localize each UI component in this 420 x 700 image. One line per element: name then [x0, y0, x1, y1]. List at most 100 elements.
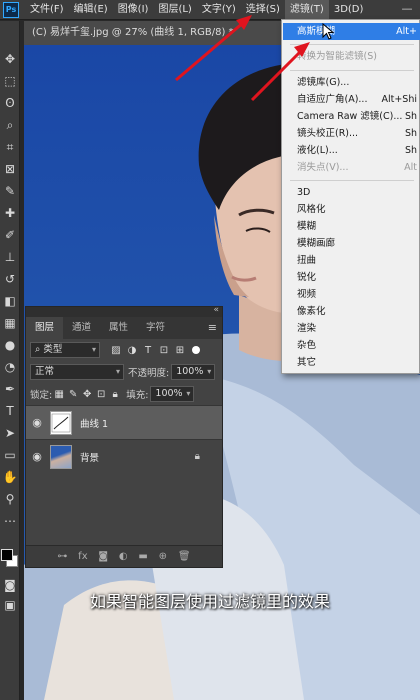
menu-item-video[interactable]: 视频 [283, 286, 420, 303]
layer-row-curves[interactable]: ◉ 曲线 1 [26, 405, 222, 439]
menu-item-camera-raw[interactable]: Camera Raw 滤镜(C)... Sh [283, 108, 420, 125]
layer-name[interactable]: 背景 [80, 450, 99, 464]
tab-channels[interactable]: 通道 [63, 317, 100, 339]
fill-field[interactable]: 100% ▾ [150, 386, 195, 402]
crop-tool-icon[interactable]: ⌗ [2, 139, 18, 155]
menu-layer[interactable]: 图层(L) [153, 0, 196, 20]
menu-item-other[interactable]: 其它 [283, 354, 420, 371]
tab-layers[interactable]: 图层 [26, 317, 64, 339]
brush-tool-icon[interactable]: ✐ [2, 227, 18, 243]
lock-all-icon[interactable]: 🔒︎ [108, 389, 122, 400]
smart-object-filter-icon[interactable]: ⊞ [172, 345, 188, 356]
menu-item-convert-smart-filters[interactable]: 转换为智能滤镜(S) [283, 48, 420, 65]
panel-menu-icon[interactable]: ≡ [208, 317, 217, 339]
eye-icon[interactable]: ◉ [26, 450, 48, 463]
healing-brush-tool-icon[interactable]: ✚ [2, 205, 18, 221]
marquee-tool-icon[interactable]: ⬚ [2, 73, 18, 89]
hand-tool-icon[interactable]: ✋ [2, 469, 18, 485]
menu-item-label: 模糊 [297, 221, 317, 232]
gradient-tool-icon[interactable]: ▦ [2, 315, 18, 331]
move-tool-icon[interactable]: ✥ [2, 51, 18, 67]
menu-item-distort[interactable]: 扭曲 [283, 252, 420, 269]
menu-file[interactable]: 文件(F) [25, 0, 69, 20]
menu-item-label: 自适应广角(A)... [297, 94, 368, 105]
frame-tool-icon[interactable]: ⊠ [2, 161, 18, 177]
menu-divider [290, 70, 414, 71]
menu-item-gaussian-blur[interactable]: 高斯模糊 Alt+ [283, 23, 420, 40]
tab-properties[interactable]: 属性 [100, 317, 137, 339]
menu-item-label: 锐化 [297, 272, 317, 283]
history-brush-tool-icon[interactable]: ↺ [2, 271, 18, 287]
menu-item-filter-gallery[interactable]: 滤镜库(G)... [283, 74, 420, 91]
menu-item-sharpen[interactable]: 锐化 [283, 269, 420, 286]
quick-select-tool-icon[interactable]: ⌕ [2, 117, 18, 133]
adjustment-layer-icon[interactable]: ◐ [119, 551, 128, 562]
layers-panel: « 图层 通道 属性 字符 ≡ ⌕ 类型 ▾ ▨ ◑ T ⊡ ⊞ 正常 ▾ 不透… [25, 305, 223, 568]
shape-filter-icon[interactable]: ⊡ [156, 345, 172, 356]
lock-row: 锁定: ▦ ✎ ✥ ⊡ 🔒︎ 填充: 100% ▾ [26, 383, 222, 405]
lock-transparent-icon[interactable]: ▦ [52, 389, 66, 400]
blend-mode-select[interactable]: 正常 ▾ [30, 364, 124, 380]
dodge-tool-icon[interactable]: ◔ [2, 359, 18, 375]
path-select-tool-icon[interactable]: ➤ [2, 425, 18, 441]
menu-3d[interactable]: 3D(D) [329, 0, 369, 20]
menu-select[interactable]: 选择(S) [241, 0, 285, 20]
opacity-field[interactable]: 100% ▾ [171, 364, 216, 380]
new-layer-icon[interactable]: ⊕ [159, 551, 167, 562]
menu-item-render[interactable]: 渲染 [283, 320, 420, 337]
eraser-tool-icon[interactable]: ◧ [2, 293, 18, 309]
layers-panel-footer: ⊶ fx ◙ ◐ ▬ ⊕ 🗑︎ [26, 545, 222, 567]
tab-character[interactable]: 字符 [137, 317, 174, 339]
menu-item-adaptive-wide-angle[interactable]: 自适应广角(A)... Alt+Shi [283, 91, 420, 108]
minimize-icon[interactable]: — [400, 3, 414, 17]
adjustment-filter-icon[interactable]: ◑ [124, 345, 140, 356]
menu-item-vanishing-point[interactable]: 消失点(V)... Alt [283, 159, 420, 176]
link-layers-icon[interactable]: ⊶ [57, 551, 67, 562]
eye-icon[interactable]: ◉ [26, 416, 48, 429]
type-tool-icon[interactable]: T [2, 403, 18, 419]
menu-type[interactable]: 文字(Y) [197, 0, 241, 20]
lock-icon[interactable]: 🔒︎ [195, 451, 200, 462]
collapse-icon[interactable]: « [213, 305, 219, 315]
document-tab[interactable]: (C) 易烊千玺.jpg @ 27% (曲线 1, RGB/8) * [24, 21, 284, 45]
menu-item-3d[interactable]: 3D [283, 184, 420, 201]
layer-name[interactable]: 曲线 1 [80, 416, 108, 430]
layer-thumbnail [50, 410, 72, 435]
lasso-tool-icon[interactable]: ʘ [2, 95, 18, 111]
more-tools-icon[interactable]: ⋯ [2, 513, 18, 529]
delete-layer-icon[interactable]: 🗑︎ [178, 551, 191, 562]
menu-item-lens-correction[interactable]: 镜头校正(R)... Sh [283, 125, 420, 142]
pen-tool-icon[interactable]: ✒ [2, 381, 18, 397]
lock-paint-icon[interactable]: ✎ [66, 389, 80, 400]
filter-toggle[interactable] [192, 346, 200, 354]
menu-item-blur[interactable]: 模糊 [283, 218, 420, 235]
filter-kind-select[interactable]: ⌕ 类型 ▾ [30, 342, 100, 358]
menu-item-noise[interactable]: 杂色 [283, 337, 420, 354]
type-filter-icon[interactable]: T [140, 345, 156, 356]
foreground-color-swatch[interactable] [1, 549, 13, 561]
zoom-tool-icon[interactable]: ⚲ [2, 491, 18, 507]
menu-item-pixelate[interactable]: 像素化 [283, 303, 420, 320]
menu-item-label: 转换为智能滤镜(S) [297, 51, 377, 62]
photoshop-logo-icon: Ps [3, 1, 19, 18]
menu-item-label: 风格化 [297, 204, 326, 215]
new-group-icon[interactable]: ▬ [138, 551, 147, 562]
layer-style-icon[interactable]: fx [78, 551, 87, 562]
menu-item-blur-gallery[interactable]: 模糊画廊 [283, 235, 420, 252]
add-mask-icon[interactable]: ◙ [98, 551, 108, 562]
stamp-tool-icon[interactable]: ⊥ [2, 249, 18, 265]
menu-image[interactable]: 图像(I) [113, 0, 154, 20]
menu-filter[interactable]: 滤镜(T) [284, 0, 329, 20]
menu-item-label: 模糊画廊 [297, 238, 336, 249]
photoshop-window: Ps 文件(F) 编辑(E) 图像(I) 图层(L) 文字(Y) 选择(S) 滤… [0, 0, 420, 700]
pixel-filter-icon[interactable]: ▨ [108, 345, 124, 356]
menu-edit[interactable]: 编辑(E) [69, 0, 113, 20]
menu-item-stylize[interactable]: 风格化 [283, 201, 420, 218]
blur-tool-icon[interactable]: ● [2, 337, 18, 353]
menu-item-liquify[interactable]: 液化(L)... Sh [283, 142, 420, 159]
lock-artboard-icon[interactable]: ⊡ [94, 389, 108, 400]
layer-row-background[interactable]: ◉ 背景 🔒︎ [26, 439, 222, 473]
lock-position-icon[interactable]: ✥ [80, 389, 94, 400]
rectangle-tool-icon[interactable]: ▭ [2, 447, 18, 463]
eyedropper-tool-icon[interactable]: ✎ [2, 183, 18, 199]
